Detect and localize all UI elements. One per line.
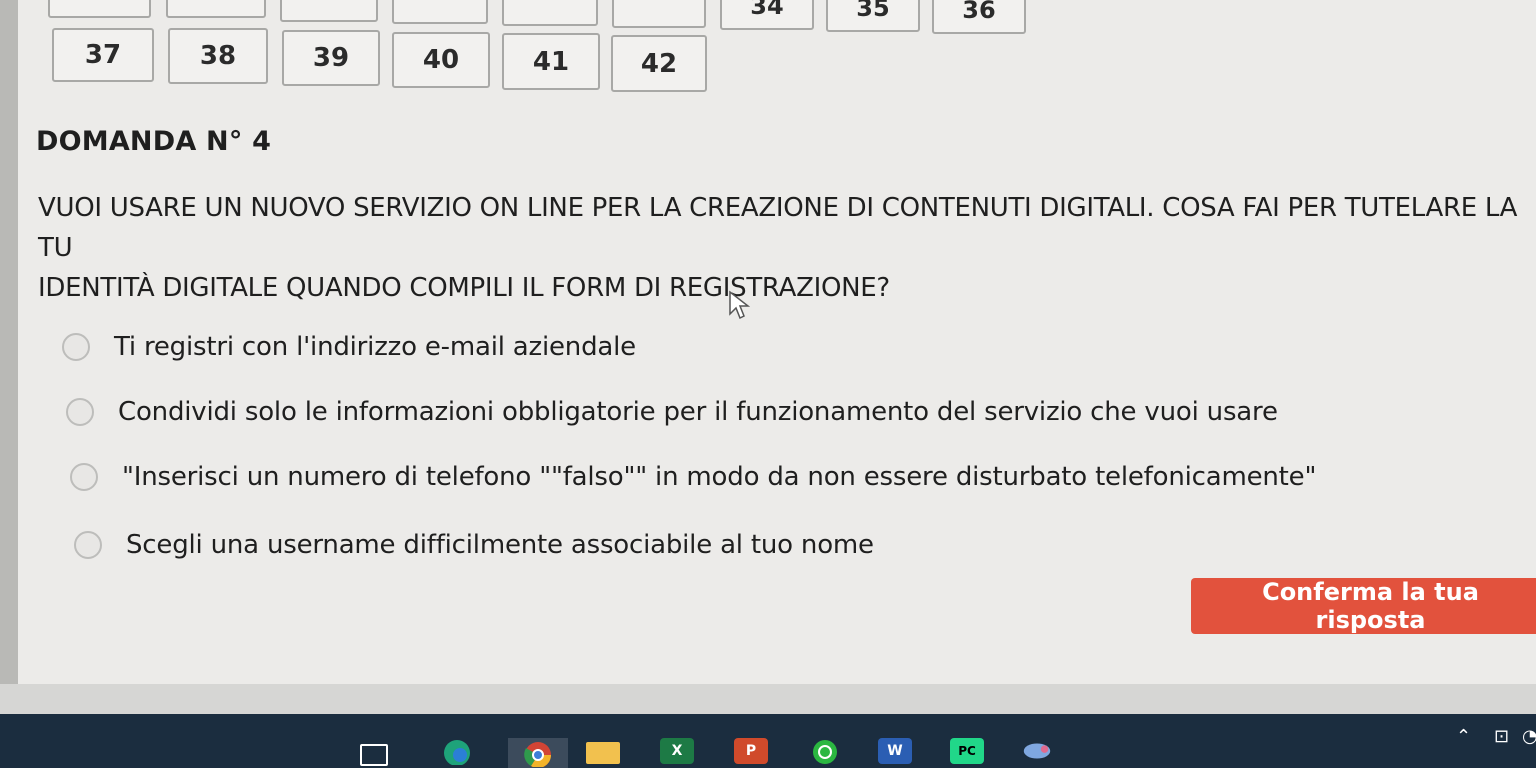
powerpoint-icon[interactable]: P: [734, 738, 768, 764]
answer-option[interactable]: Ti registri con l'indirizzo e-mail azien…: [62, 332, 636, 362]
confirm-button[interactable]: Conferma la tua risposta: [1191, 578, 1536, 634]
question-number: 38: [199, 41, 237, 71]
question-number: 39: [312, 43, 350, 73]
question-title: DOMANDA N° 4: [36, 126, 272, 157]
answer-label: Scegli una username difficilmente associ…: [126, 530, 874, 560]
question-nav-button[interactable]: 37: [52, 28, 154, 82]
question-nav-button[interactable]: 34: [720, 0, 814, 30]
question-nav-button[interactable]: 35: [826, 0, 920, 32]
question-nav-button[interactable]: [48, 0, 151, 18]
question-number: 36: [962, 0, 996, 24]
question-number: 42: [640, 48, 678, 79]
excel-letter: X: [671, 743, 683, 759]
chrome-icon[interactable]: [508, 738, 568, 768]
app-icon[interactable]: [1020, 738, 1054, 764]
page-bottom-area: [0, 684, 1536, 714]
keyboard-icon[interactable]: ⊡: [1494, 726, 1509, 747]
taskbar: [0, 714, 1536, 768]
powerpoint-letter: P: [745, 743, 757, 759]
whatsapp-icon[interactable]: [808, 738, 842, 764]
chevron-up-icon[interactable]: ⌃: [1456, 726, 1471, 747]
question-number: 41: [532, 46, 570, 77]
question-nav-button[interactable]: 38: [168, 28, 268, 84]
answer-label: "Inserisci un numero di telefono ""falso…: [122, 462, 1317, 492]
radio-button[interactable]: [66, 398, 94, 426]
word-icon[interactable]: W: [878, 738, 912, 764]
answer-option[interactable]: Condividi solo le informazioni obbligato…: [66, 397, 1278, 427]
question-number: 37: [84, 40, 122, 70]
question-nav-button[interactable]: [612, 0, 706, 28]
question-nav-button[interactable]: 41: [502, 33, 600, 90]
pycharm-letters: PC: [958, 744, 976, 758]
file-explorer-icon[interactable]: [586, 742, 620, 764]
network-icon[interactable]: ◔: [1522, 726, 1536, 747]
question-number: 35: [856, 0, 890, 22]
screen-edge: [0, 0, 18, 768]
question-number: 34: [750, 0, 784, 20]
question-number: 40: [422, 45, 460, 75]
answer-label: Ti registri con l'indirizzo e-mail azien…: [114, 332, 636, 362]
task-view-icon[interactable]: [360, 744, 388, 766]
answer-option[interactable]: "Inserisci un numero di telefono ""falso…: [70, 462, 1316, 492]
radio-button[interactable]: [62, 333, 90, 361]
word-letter: W: [887, 743, 903, 759]
question-text: VUOI USARE UN NUOVO SERVIZIO ON LINE PER…: [38, 193, 1518, 303]
question-nav-button[interactable]: 36: [932, 0, 1026, 34]
edge-icon[interactable]: [440, 738, 474, 765]
question-nav-button[interactable]: 42: [611, 35, 707, 92]
answer-label: Condividi solo le informazioni obbligato…: [118, 397, 1278, 427]
question-nav-button[interactable]: [502, 0, 598, 26]
excel-icon[interactable]: X: [660, 738, 694, 764]
radio-button[interactable]: [70, 463, 98, 491]
mouse-cursor-icon: [729, 290, 750, 320]
question-nav-button[interactable]: [166, 0, 266, 18]
radio-button[interactable]: [74, 531, 102, 559]
answer-option[interactable]: Scegli una username difficilmente associ…: [74, 530, 874, 560]
question-nav-button[interactable]: 40: [392, 32, 490, 88]
pycharm-icon[interactable]: PC: [950, 738, 984, 764]
question-nav-button[interactable]: [280, 0, 378, 22]
question-nav-button[interactable]: 39: [282, 30, 380, 86]
question-nav-button[interactable]: [392, 0, 488, 24]
